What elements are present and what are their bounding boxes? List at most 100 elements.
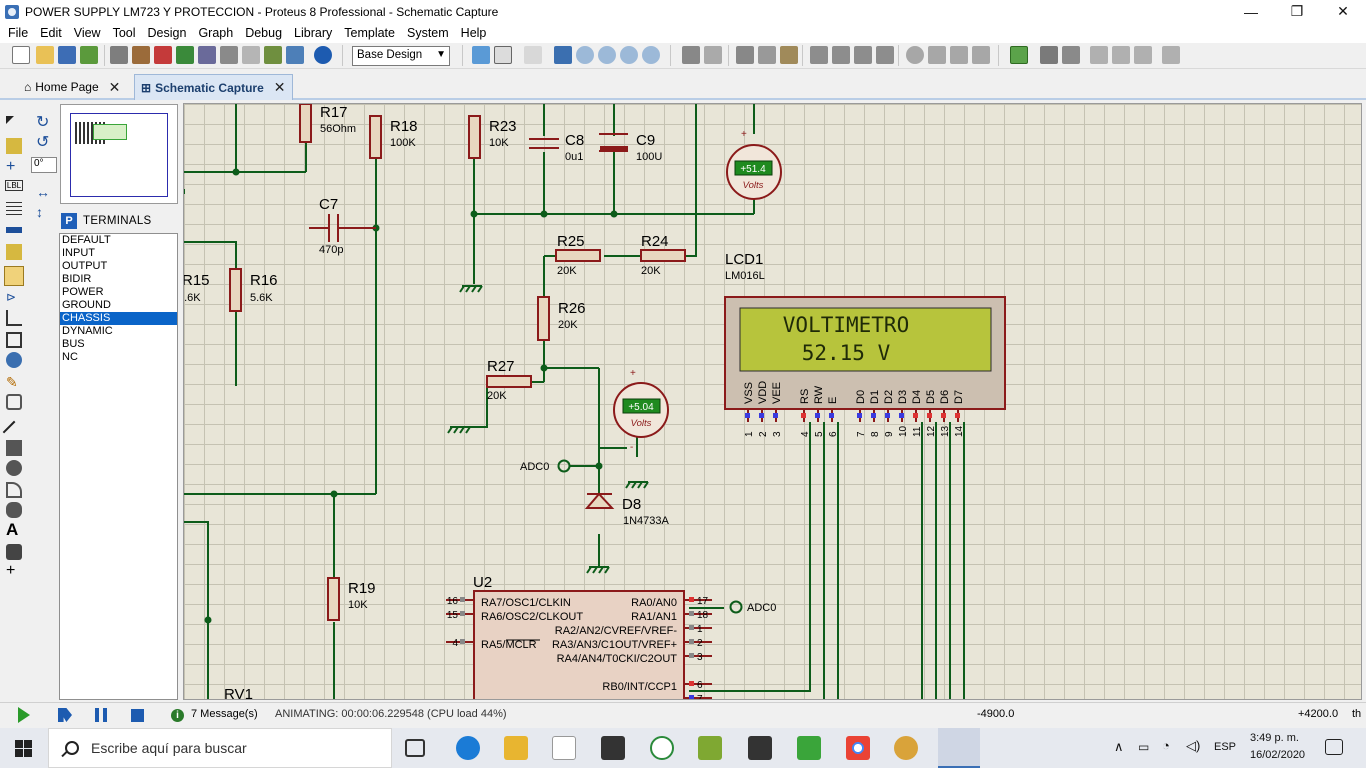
tray-expand-icon[interactable]: ∧ <box>1114 739 1124 755</box>
maximize-button[interactable]: ❐ <box>1274 0 1320 23</box>
edge-browser-icon[interactable] <box>456 736 480 760</box>
task-view-icon[interactable] <box>405 739 425 757</box>
stop-icon[interactable] <box>131 709 144 722</box>
block-rotate-icon[interactable] <box>854 46 872 64</box>
list-item[interactable]: BUS <box>60 338 177 351</box>
text-script-icon[interactable] <box>6 202 22 218</box>
copy-icon[interactable] <box>758 46 776 64</box>
volume-icon[interactable]: ◁) <box>1186 738 1200 754</box>
rotate-clockwise-icon[interactable]: ↻ <box>36 115 52 132</box>
path-2d-icon[interactable] <box>6 502 22 518</box>
list-item[interactable]: NC <box>60 351 177 364</box>
pick-device-icon[interactable] <box>906 46 924 64</box>
virtual-instruments-icon[interactable] <box>6 394 22 410</box>
refresh-icon[interactable] <box>472 46 490 64</box>
new-file-icon[interactable] <box>12 46 30 64</box>
search-tag-icon[interactable] <box>1040 46 1058 64</box>
menu-help[interactable]: Help <box>455 26 493 40</box>
close-tab-icon[interactable]: ✕ <box>274 79 286 96</box>
wire-label-icon[interactable]: LBL <box>5 180 23 191</box>
close-tab-icon[interactable]: ✕ <box>109 79 121 96</box>
paste-icon[interactable] <box>780 46 798 64</box>
list-item[interactable]: DEFAULT <box>60 234 177 247</box>
taskbar-search[interactable]: Escribe aquí para buscar <box>48 728 392 768</box>
menu-file[interactable]: File <box>2 26 34 40</box>
pause-icon[interactable] <box>95 708 107 722</box>
proteus-taskbar-icon[interactable] <box>938 728 980 768</box>
atmel-studio-icon[interactable] <box>698 736 722 760</box>
import-icon[interactable] <box>80 46 98 64</box>
list-item[interactable]: DYNAMIC <box>60 325 177 338</box>
zoom-in-icon[interactable] <box>576 46 594 64</box>
paint-icon[interactable] <box>894 736 918 760</box>
tape-recorder-icon[interactable] <box>6 332 22 348</box>
gallery-icon[interactable] <box>176 46 194 64</box>
list-item-selected[interactable]: CHASSIS <box>60 312 177 325</box>
tab-schematic-capture[interactable]: ⊞ Schematic Capture ✕ <box>134 74 293 100</box>
block-copy-icon[interactable] <box>810 46 828 64</box>
menu-template[interactable]: Template <box>338 26 401 40</box>
chrome-icon[interactable] <box>846 736 870 760</box>
circle-2d-icon[interactable] <box>6 460 22 476</box>
rotation-angle-input[interactable]: 0° <box>31 157 57 173</box>
visual-designer-icon[interactable] <box>286 46 304 64</box>
electrical-rule-icon[interactable] <box>1162 46 1180 64</box>
gerber-icon[interactable] <box>220 46 238 64</box>
wire-autorouter-icon[interactable] <box>1010 46 1028 64</box>
marker-2d-icon[interactable]: + <box>6 563 22 580</box>
junction-dot-icon[interactable]: + <box>6 159 22 176</box>
menu-view[interactable]: View <box>68 26 107 40</box>
source-code-icon[interactable] <box>264 46 282 64</box>
exit-parent-icon[interactable] <box>1134 46 1152 64</box>
remove-sheet-icon[interactable] <box>1112 46 1130 64</box>
3d-icon[interactable] <box>198 46 216 64</box>
decompose-icon[interactable] <box>972 46 990 64</box>
undo-icon[interactable] <box>682 46 700 64</box>
clock-time[interactable]: 3:49 p. m. <box>1250 732 1299 744</box>
play-icon[interactable] <box>18 707 30 723</box>
generator-mode-icon[interactable] <box>6 352 22 368</box>
graph-mode-icon[interactable] <box>6 310 22 326</box>
overview-window[interactable] <box>60 104 178 204</box>
clock-date[interactable]: 16/02/2020 <box>1250 749 1305 761</box>
list-item[interactable]: OUTPUT <box>60 260 177 273</box>
bom-icon[interactable] <box>242 46 260 64</box>
list-item[interactable]: INPUT <box>60 247 177 260</box>
close-button[interactable]: ✕ <box>1320 0 1366 23</box>
input-language[interactable]: ESP <box>1214 741 1236 753</box>
cut-icon[interactable] <box>736 46 754 64</box>
rotate-anticlockwise-icon[interactable]: ↺ <box>36 135 52 152</box>
block-move-icon[interactable] <box>832 46 850 64</box>
schematic-icon[interactable] <box>132 46 150 64</box>
arc-2d-icon[interactable] <box>6 482 22 498</box>
mirror-y-icon[interactable]: ↕ <box>36 204 52 220</box>
make-device-icon[interactable] <box>928 46 946 64</box>
menu-system[interactable]: System <box>401 26 455 40</box>
block-delete-icon[interactable] <box>876 46 894 64</box>
new-sheet-icon[interactable] <box>1090 46 1108 64</box>
symbol-2d-icon[interactable] <box>6 544 22 560</box>
zoom-out-icon[interactable] <box>598 46 616 64</box>
grid-icon[interactable] <box>494 46 512 64</box>
file-explorer-icon[interactable] <box>504 736 528 760</box>
property-assign-icon[interactable] <box>1062 46 1080 64</box>
text-2d-icon[interactable]: A <box>6 521 22 538</box>
redo-icon[interactable] <box>704 46 722 64</box>
wifi-icon[interactable]: ◔ <box>1162 738 1170 753</box>
device-pins-icon[interactable]: ⊳ <box>6 290 22 306</box>
step-icon[interactable] <box>58 708 72 722</box>
minimize-button[interactable]: — <box>1228 0 1274 23</box>
menu-library[interactable]: Library <box>288 26 338 40</box>
packaging-icon[interactable] <box>950 46 968 64</box>
schematic-canvas[interactable]: ADC0 ADC0 +51.4 Volts + +5.04 Volts + - … <box>183 103 1362 700</box>
list-item[interactable]: POWER <box>60 286 177 299</box>
terminals-mode-icon[interactable] <box>4 266 24 286</box>
voltmeter-2[interactable]: +5.04 Volts + - <box>613 368 669 453</box>
messages-count[interactable]: 7 Message(s) <box>191 708 258 720</box>
box-2d-icon[interactable] <box>6 440 22 456</box>
voltmeter-1[interactable]: +51.4 Volts + <box>726 129 782 200</box>
list-item[interactable]: GROUND <box>60 299 177 312</box>
help-icon[interactable] <box>314 46 332 64</box>
menu-design[interactable]: Design <box>142 26 193 40</box>
utorrent-icon[interactable] <box>650 736 674 760</box>
